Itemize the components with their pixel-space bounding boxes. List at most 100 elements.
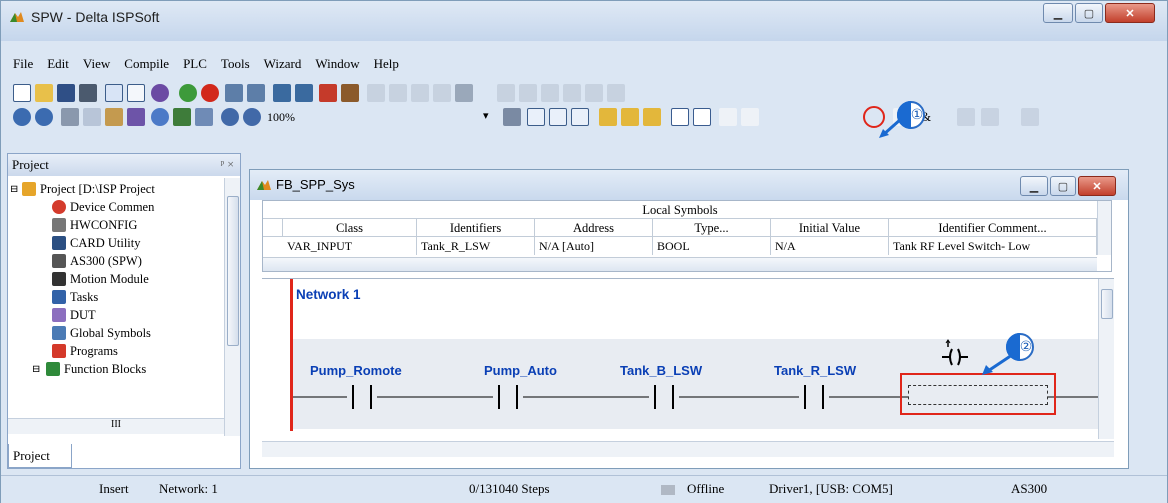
toolbar-icon-j[interactable] xyxy=(585,84,603,102)
toolbar-icon-g[interactable] xyxy=(519,84,537,102)
minimize-button[interactable]: ▁ xyxy=(1043,3,1073,23)
symbols-vscroll[interactable] xyxy=(1097,201,1111,255)
ladder-hscroll[interactable] xyxy=(262,441,1114,457)
address-icon[interactable] xyxy=(503,108,521,126)
contact-label-tank-b-lsw[interactable]: Tank_B_LSW xyxy=(620,363,702,378)
close-button[interactable]: ✕ xyxy=(1105,3,1155,23)
tree-item-project[interactable]: ⊟ Project [D:\ISP Project xyxy=(10,180,155,198)
menu-window[interactable]: Window xyxy=(315,56,359,72)
toolbar-icon-d[interactable] xyxy=(433,84,451,102)
toolbar-icon-i[interactable] xyxy=(563,84,581,102)
cell-identifier-comment[interactable]: Tank RF Level Switch- Low xyxy=(889,237,1097,255)
connect-icon[interactable] xyxy=(981,108,999,126)
comment-view-icon[interactable] xyxy=(571,108,589,126)
symbols-splitter[interactable] xyxy=(263,257,1097,271)
upload-icon[interactable] xyxy=(295,84,313,102)
select-pointer-icon[interactable] xyxy=(719,108,737,126)
insert-network-icon[interactable] xyxy=(671,108,689,126)
tree-item-motion-module[interactable]: Motion Module xyxy=(52,270,149,288)
zoom-in-icon[interactable] xyxy=(221,108,239,126)
col-identifiers[interactable]: Identifiers xyxy=(417,219,535,237)
menu-compile[interactable]: Compile xyxy=(124,56,169,72)
toolbar-icon-h[interactable] xyxy=(541,84,559,102)
tree-hscroll[interactable]: III xyxy=(8,418,224,434)
window-tile-icon[interactable] xyxy=(127,84,145,102)
tree-item-as300[interactable]: AS300 (SPW) xyxy=(52,252,142,270)
copy-icon[interactable] xyxy=(83,108,101,126)
note-icon-2[interactable] xyxy=(621,108,639,126)
online-icon[interactable] xyxy=(225,84,243,102)
stop-icon[interactable] xyxy=(201,84,219,102)
monitor-icon[interactable] xyxy=(247,84,265,102)
find-icon[interactable] xyxy=(151,108,169,126)
tree-item-device-comment[interactable]: Device Commen xyxy=(52,198,154,216)
menu-edit[interactable]: Edit xyxy=(47,56,69,72)
tree-item-dut[interactable]: DUT xyxy=(52,306,96,324)
editor-minimize-button[interactable]: ▁ xyxy=(1020,176,1048,196)
new-file-icon[interactable] xyxy=(13,84,31,102)
compare-icon[interactable] xyxy=(319,84,337,102)
editor-close-button[interactable]: ✕ xyxy=(1078,176,1116,196)
tree-item-programs[interactable]: Programs xyxy=(52,342,118,360)
zoom-dropdown-icon[interactable]: ▾ xyxy=(483,109,489,122)
symbol-table-icon[interactable] xyxy=(549,108,567,126)
menu-help[interactable]: Help xyxy=(374,56,399,72)
window-layout-icon[interactable] xyxy=(105,84,123,102)
contact-label-pump-auto[interactable]: Pump_Auto xyxy=(484,363,557,378)
toolbar-icon-e[interactable] xyxy=(455,84,473,102)
gem-icon[interactable] xyxy=(151,84,169,102)
paste-icon[interactable] xyxy=(105,108,123,126)
zoom-out-icon[interactable] xyxy=(243,108,261,126)
contact-label-tank-r-lsw[interactable]: Tank_R_LSW xyxy=(774,363,856,378)
goto-icon[interactable] xyxy=(195,108,213,126)
note-icon-1[interactable] xyxy=(599,108,617,126)
forward-icon[interactable] xyxy=(35,108,53,126)
menu-plc[interactable]: PLC xyxy=(183,56,207,72)
col-address[interactable]: Address xyxy=(535,219,653,237)
cell-type[interactable]: BOOL xyxy=(653,237,771,255)
find-replace-icon[interactable] xyxy=(173,108,191,126)
save-icon[interactable] xyxy=(57,84,75,102)
cell-address[interactable]: N/A [Auto] xyxy=(535,237,653,255)
maximize-button[interactable]: ▢ xyxy=(1075,3,1103,23)
cell-initial-value[interactable]: N/A xyxy=(771,237,889,255)
run-icon[interactable] xyxy=(179,84,197,102)
project-tab[interactable]: Project xyxy=(8,444,72,468)
menu-tools[interactable]: Tools xyxy=(221,56,250,72)
col-type[interactable]: Type... xyxy=(653,219,771,237)
note-icon-3[interactable] xyxy=(643,108,661,126)
cell-class[interactable]: VAR_INPUT xyxy=(283,237,417,255)
ladder-vscroll[interactable] xyxy=(1098,279,1114,439)
pane-pin-close[interactable]: ᵖ × xyxy=(221,157,235,172)
tree-item-tasks[interactable]: Tasks xyxy=(52,288,98,306)
download-icon[interactable] xyxy=(273,84,291,102)
open-folder-icon[interactable] xyxy=(35,84,53,102)
toolbar-icon-c[interactable] xyxy=(411,84,429,102)
append-network-icon[interactable] xyxy=(693,108,711,126)
toolbar-icon-a[interactable] xyxy=(367,84,385,102)
print-icon[interactable] xyxy=(79,84,97,102)
line-icon[interactable] xyxy=(1021,108,1039,126)
tree-item-function-blocks[interactable]: ⊟ Function Blocks xyxy=(32,360,146,378)
password-icon[interactable] xyxy=(341,84,359,102)
tree-vscroll[interactable] xyxy=(224,178,240,436)
col-identifier-comment[interactable]: Identifier Comment... xyxy=(889,219,1097,237)
toolbar-icon-b[interactable] xyxy=(389,84,407,102)
menu-file[interactable]: File xyxy=(13,56,33,72)
tree-item-hwconfig[interactable]: HWCONFIG xyxy=(52,216,137,234)
toolbar-icon-k[interactable] xyxy=(607,84,625,102)
col-class[interactable]: Class xyxy=(283,219,417,237)
cut-icon[interactable] xyxy=(61,108,79,126)
coil-placeholder[interactable] xyxy=(908,385,1048,405)
back-icon[interactable] xyxy=(13,108,31,126)
ladder-view-icon[interactable] xyxy=(527,108,545,126)
toolbar-icon-f[interactable] xyxy=(497,84,515,102)
menu-wizard[interactable]: Wizard xyxy=(264,56,302,72)
menu-view[interactable]: View xyxy=(83,56,110,72)
tree-item-global-symbols[interactable]: Global Symbols xyxy=(52,324,151,342)
cell-identifier[interactable]: Tank_R_LSW xyxy=(417,237,535,255)
tree-item-card-utility[interactable]: CARD Utility xyxy=(52,234,141,252)
editor-maximize-button[interactable]: ▢ xyxy=(1050,176,1076,196)
branch-icon[interactable] xyxy=(957,108,975,126)
zoom-level[interactable]: 100% xyxy=(267,110,295,125)
